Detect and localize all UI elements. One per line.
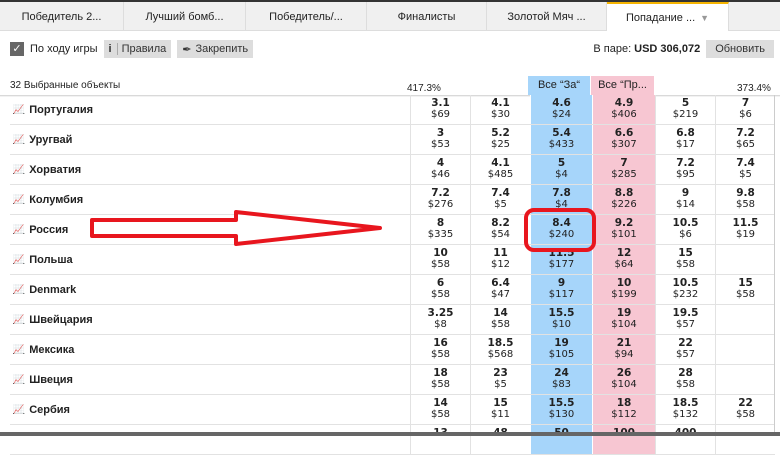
annotation-overlay <box>90 208 596 252</box>
red-highlight-box <box>524 208 596 252</box>
red-arrow-annotation <box>90 210 382 246</box>
